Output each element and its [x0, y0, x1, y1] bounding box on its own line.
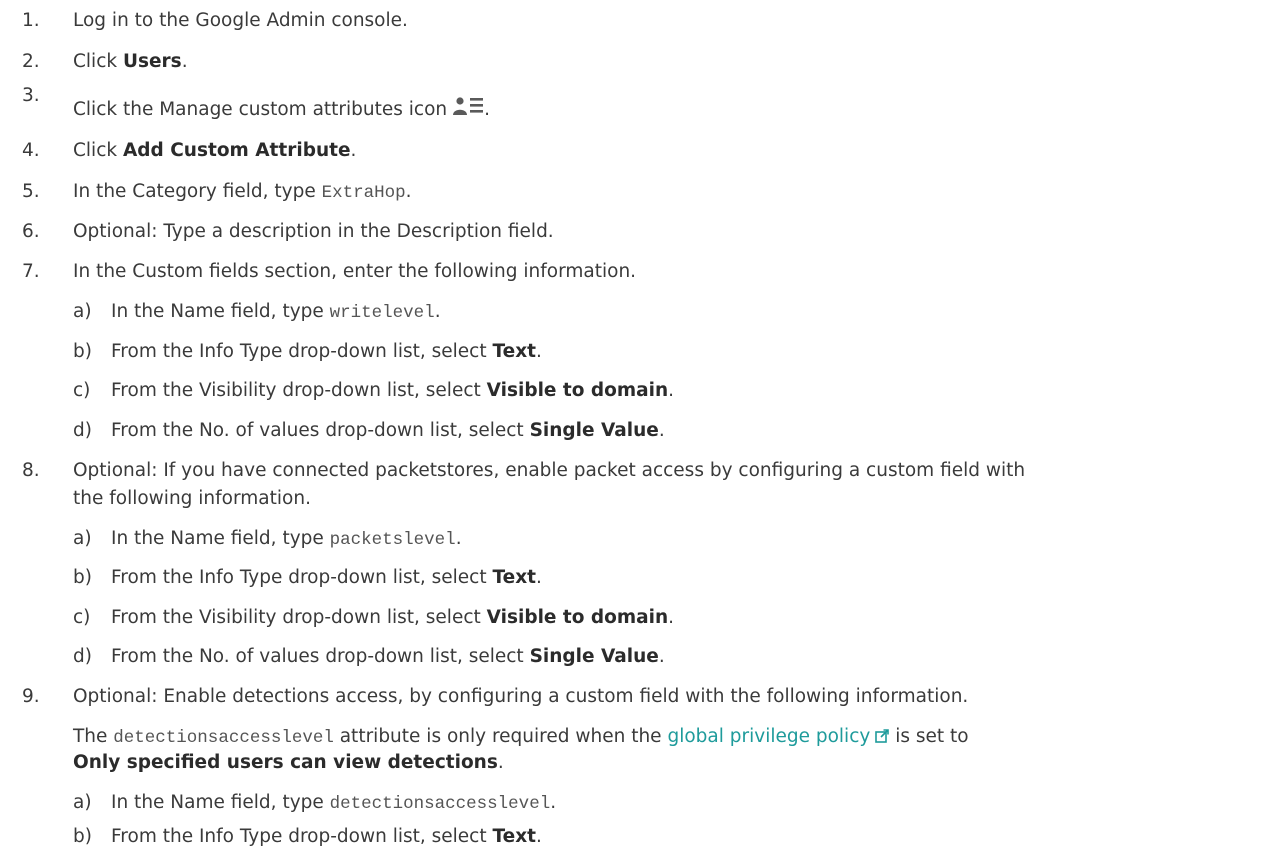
- code-value: detectionsaccesslevel: [113, 728, 334, 748]
- step-number: 9.: [22, 686, 40, 707]
- step-number: 3.: [22, 85, 40, 106]
- substep-text: From the No. of values drop-down list, s…: [111, 420, 665, 441]
- substep-letter: c): [73, 607, 91, 628]
- ui-label-users: Users: [122, 51, 182, 72]
- code-value: writelevel: [329, 303, 435, 323]
- manage-custom-attributes-icon: [452, 95, 484, 124]
- step-text: Optional: Enable detections access, by c…: [73, 686, 969, 707]
- substep-letter: d): [73, 420, 92, 441]
- step-number: 1.: [22, 10, 40, 31]
- ui-label-add-custom-attribute: Add Custom Attribute: [122, 140, 351, 161]
- substep-letter: b): [73, 341, 92, 362]
- substep-text: From the No. of values drop-down list, s…: [111, 646, 665, 667]
- step-9-note-line-2: Only specified users can view detections…: [73, 752, 504, 773]
- step-number: 4.: [22, 140, 40, 161]
- step-text: Click Add Custom Attribute.: [73, 140, 357, 161]
- substep-text: From the Info Type drop-down list, selec…: [111, 826, 542, 847]
- step-number: 5.: [22, 181, 40, 202]
- substep-letter: d): [73, 646, 92, 667]
- step-text: Click Users.: [73, 51, 188, 72]
- step-number: 8.: [22, 460, 40, 481]
- code-value: ExtraHop: [321, 183, 406, 203]
- step-text: Click the Manage custom attributes icon.: [73, 95, 490, 124]
- step-text: In the Custom fields section, enter the …: [73, 261, 637, 282]
- substep-text: From the Visibility drop-down list, sele…: [111, 380, 675, 401]
- substep-letter: b): [73, 826, 92, 847]
- step-8-line-2: the following information.: [73, 487, 311, 511]
- substep-letter: a): [73, 528, 92, 549]
- substep-text: From the Info Type drop-down list, selec…: [111, 341, 542, 362]
- step-9-note-line-1: The detectionsaccesslevel attribute is o…: [73, 726, 969, 748]
- substep-text: In the Name field, type packetslevel.: [111, 528, 462, 550]
- code-value: packetslevel: [329, 530, 456, 550]
- step-number: 7.: [22, 261, 40, 282]
- step-text: Log in to the Google Admin console.: [73, 10, 408, 31]
- policy-option-label: Only specified users can view detections: [73, 752, 498, 773]
- substep-letter: a): [73, 301, 92, 322]
- step-text-line-1: Optional: If you have connected packetst…: [73, 460, 1026, 481]
- substep-text: In the Name field, type writelevel.: [111, 301, 441, 323]
- substep-text: In the Name field, type detectionsaccess…: [111, 792, 557, 814]
- substep-text: From the Info Type drop-down list, selec…: [111, 567, 542, 588]
- step-number: 2.: [22, 51, 40, 72]
- global-privilege-policy-link[interactable]: global privilege policy: [667, 726, 870, 747]
- external-link-icon[interactable]: [875, 726, 890, 743]
- step-text: Optional: Type a description in the Desc…: [73, 221, 554, 242]
- substep-letter: c): [73, 380, 91, 401]
- substep-text: From the Visibility drop-down list, sele…: [111, 607, 675, 628]
- step-text-line-2: the following information.: [73, 488, 311, 509]
- step-text: In the Category field, type ExtraHop.: [73, 181, 412, 203]
- step-number: 6.: [22, 221, 40, 242]
- substep-letter: a): [73, 792, 92, 813]
- substep-letter: b): [73, 567, 92, 588]
- code-value: detectionsaccesslevel: [329, 794, 551, 814]
